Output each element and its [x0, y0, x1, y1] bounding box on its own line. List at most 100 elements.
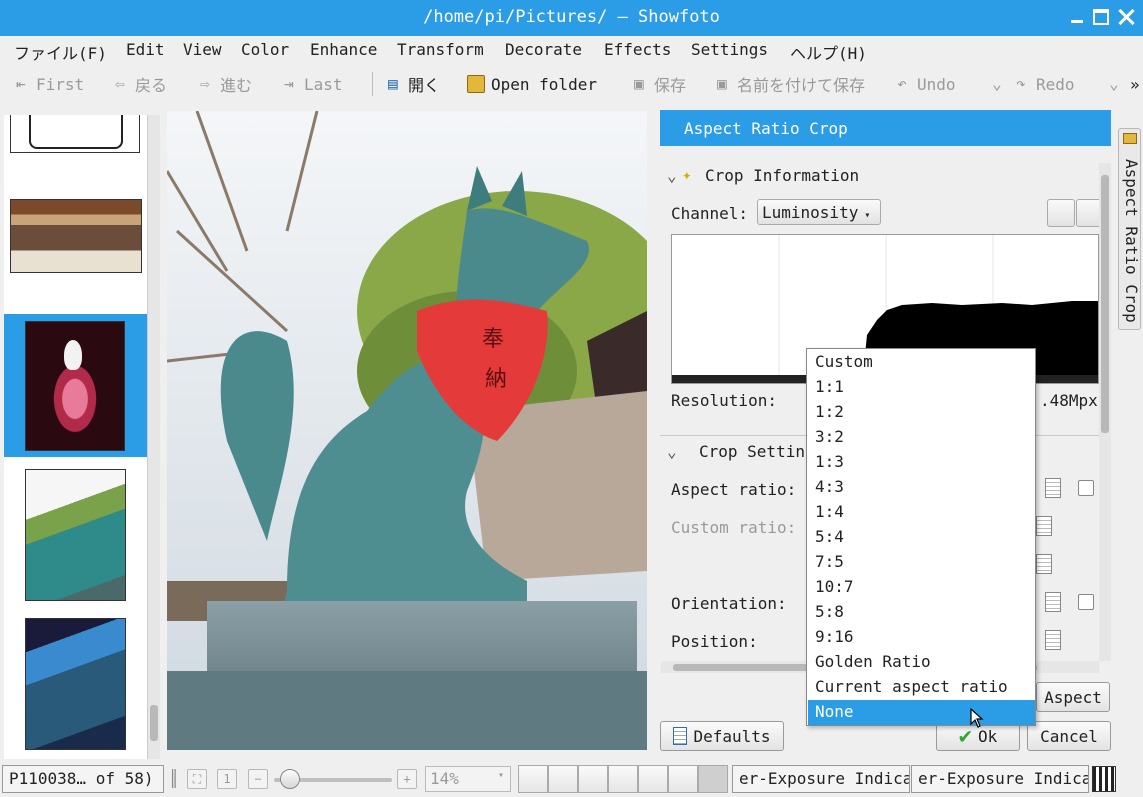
panel-vertical-scrollbar[interactable] — [1099, 163, 1111, 661]
linear-scale-button[interactable] — [1047, 199, 1075, 227]
menu-view[interactable]: View — [183, 40, 222, 59]
thumbnail-item[interactable] — [25, 618, 126, 750]
defaults-button[interactable]: Defaults — [660, 721, 784, 751]
menu-decorate[interactable]: Decorate — [505, 40, 582, 59]
status-toggle-4[interactable] — [608, 765, 638, 793]
dropdown-option-9-16[interactable]: 9:16 — [808, 625, 1035, 650]
status-toggle-2[interactable] — [548, 765, 578, 793]
close-icon[interactable] — [1118, 9, 1134, 25]
scrollbar-handle[interactable] — [150, 705, 158, 741]
svg-text:納: 納 — [485, 367, 507, 392]
channel-select[interactable]: Luminosity ▾ — [757, 199, 881, 225]
chevron-down-icon: ▾ — [497, 770, 504, 781]
chevron-down-icon[interactable]: ⌄ — [667, 166, 677, 185]
last-arrow-icon: ⇥ — [284, 74, 294, 93]
dropdown-option-1-3[interactable]: 1:3 — [808, 450, 1035, 475]
zoom-level-select[interactable]: 14% ▾ — [425, 766, 511, 792]
image-canvas[interactable]: 奉 納 — [167, 111, 647, 750]
log-scale-button[interactable] — [1076, 199, 1100, 227]
menu-settings[interactable]: Settings — [691, 40, 768, 59]
dropdown-option-current-aspect-ratio[interactable]: Current aspect ratio — [808, 675, 1035, 700]
open-folder-button[interactable]: Open folder — [467, 73, 597, 95]
reset-icon[interactable] — [1036, 554, 1052, 574]
status-toggle-3[interactable] — [578, 765, 608, 793]
crop-settings-header[interactable]: Crop Settin — [699, 442, 805, 461]
thumbnail-item[interactable] — [10, 115, 140, 153]
zoom-slider-handle[interactable] — [280, 769, 300, 789]
aspect-button[interactable]: Aspect — [1036, 682, 1110, 712]
toolbar-dropdown-button[interactable]: ⌄ — [1105, 73, 1123, 95]
dropdown-option-1-2[interactable]: 1:2 — [808, 400, 1035, 425]
dropdown-option-none[interactable]: None — [808, 700, 1035, 725]
undo-button[interactable]: ↶ Undo — [893, 73, 955, 95]
thumbnail-item[interactable] — [25, 469, 126, 601]
chevron-down-icon[interactable]: ⌄ — [667, 442, 677, 461]
dropdown-option-1-1[interactable]: 1:1 — [808, 375, 1035, 400]
save-as-button[interactable]: ▣ 名前を付けて保存 — [713, 73, 865, 96]
zoom-fit-icon[interactable]: ⛶ — [187, 769, 207, 789]
zoom-100-icon[interactable]: 1 — [217, 769, 237, 789]
status-toggle-6[interactable] — [668, 765, 698, 793]
chevron-down-icon: ⌄ — [992, 74, 1002, 93]
chevron-down-icon: ▾ — [858, 210, 871, 221]
open-button[interactable]: ▤ 開く — [384, 73, 440, 96]
toolbar-overflow-button[interactable]: » — [1130, 73, 1140, 95]
aspect-ratio-dropdown[interactable]: Custom 1:1 1:2 3:2 1:3 4:3 1:4 5:4 7:5 1… — [806, 348, 1036, 726]
defaults-icon — [673, 727, 688, 745]
forward-button[interactable]: ⇨ 進む — [196, 73, 252, 96]
status-toggle-7[interactable] — [698, 765, 728, 793]
position-label: Position: — [671, 632, 758, 651]
thumbnail-item[interactable] — [10, 199, 142, 273]
maximize-icon[interactable] — [1093, 9, 1109, 25]
menu-enhance[interactable]: Enhance — [310, 40, 377, 59]
redo-button[interactable]: ⌄ ↷ Redo — [988, 73, 1074, 95]
aspect-ratio-checkbox[interactable] — [1078, 480, 1094, 496]
dropdown-option-5-4[interactable]: 5:4 — [808, 525, 1035, 550]
cancel-button[interactable]: Cancel — [1027, 721, 1111, 751]
status-toggle-1[interactable] — [518, 765, 548, 793]
crop-info-header[interactable]: Crop Information — [705, 166, 859, 185]
menu-file[interactable]: ファイル(F) — [14, 40, 107, 64]
status-file-counter: P110038… of 58) — [2, 765, 164, 793]
menu-transform[interactable]: Transform — [397, 40, 484, 59]
reset-icon[interactable] — [1045, 592, 1061, 612]
orientation-checkbox[interactable] — [1078, 594, 1094, 610]
menu-effects[interactable]: Effects — [604, 40, 671, 59]
first-arrow-icon: ⇤ — [16, 74, 26, 93]
over-exposure-indicator[interactable]: er-Exposure Indica — [911, 765, 1089, 793]
menu-color[interactable]: Color — [241, 40, 289, 59]
dropdown-option-4-3[interactable]: 4:3 — [808, 475, 1035, 500]
thumbnail-bar[interactable] — [4, 115, 147, 759]
thumbnail-item-selected[interactable] — [25, 321, 125, 451]
save-button[interactable]: ▣ 保存 — [630, 73, 686, 96]
side-tab-aspect-ratio-crop[interactable]: Aspect Ratio Crop — [1118, 128, 1141, 330]
status-toggle-5[interactable] — [638, 765, 668, 793]
back-button[interactable]: ⇦ 戻る — [111, 73, 167, 96]
scrollbar-handle[interactable] — [1101, 175, 1109, 433]
resolution-label: Resolution: — [671, 391, 777, 410]
zoom-out-icon[interactable]: − — [248, 769, 268, 789]
dropdown-option-10-7[interactable]: 10:7 — [808, 575, 1035, 600]
under-exposure-indicator[interactable]: er-Exposure Indica — [732, 765, 910, 793]
first-button[interactable]: ⇤ First — [12, 73, 84, 95]
thumbnail-image — [29, 115, 123, 149]
dropdown-option-golden-ratio[interactable]: Golden Ratio — [808, 650, 1035, 675]
reset-icon[interactable] — [1045, 630, 1061, 650]
dropdown-option-3-2[interactable]: 3:2 — [808, 425, 1035, 450]
thumbnail-scrollbar[interactable] — [147, 115, 160, 759]
menu-edit[interactable]: Edit — [126, 40, 165, 59]
dropdown-option-5-8[interactable]: 5:8 — [808, 600, 1035, 625]
title-bar: /home/pi/Pictures/ — Showfoto — [0, 0, 1143, 36]
reset-icon[interactable] — [1036, 516, 1052, 536]
redo-icon: ↷ — [1016, 74, 1026, 93]
custom-ratio-label: Custom ratio: — [671, 518, 797, 537]
reset-icon[interactable] — [1045, 478, 1061, 498]
dropdown-option-1-4[interactable]: 1:4 — [808, 500, 1035, 525]
menu-help[interactable]: ヘルプ(H) — [790, 40, 867, 64]
zoom-in-icon[interactable]: + — [397, 769, 417, 789]
dropdown-option-7-5[interactable]: 7:5 — [808, 550, 1035, 575]
last-button[interactable]: ⇥ Last — [280, 73, 342, 95]
minimize-icon[interactable] — [1069, 9, 1085, 25]
dropdown-option-custom[interactable]: Custom — [808, 350, 1035, 375]
color-managed-view-icon[interactable] — [1092, 766, 1116, 792]
